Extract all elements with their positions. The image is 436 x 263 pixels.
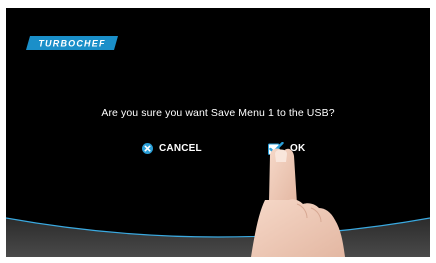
logo-text: TURBOCHEF <box>38 39 105 49</box>
cancel-button[interactable]: CANCEL <box>142 143 202 154</box>
checkbox-checked-icon <box>268 141 284 155</box>
ok-button[interactable]: OK <box>268 141 306 155</box>
cancel-button-label: CANCEL <box>159 143 202 154</box>
ok-button-label: OK <box>290 143 306 154</box>
turbochef-logo-badge: TURBOCHEF <box>26 36 118 50</box>
dialog-question: Are you sure you want Save Menu 1 to the… <box>101 107 335 119</box>
close-circle-icon <box>142 143 153 154</box>
footer-band <box>6 200 430 257</box>
turbochef-logo: TURBOCHEF <box>26 36 118 50</box>
oven-touch-screen: TURBOCHEF Are you sure you want Save Men… <box>6 8 430 257</box>
photo-frame: TURBOCHEF Are you sure you want Save Men… <box>0 0 436 263</box>
